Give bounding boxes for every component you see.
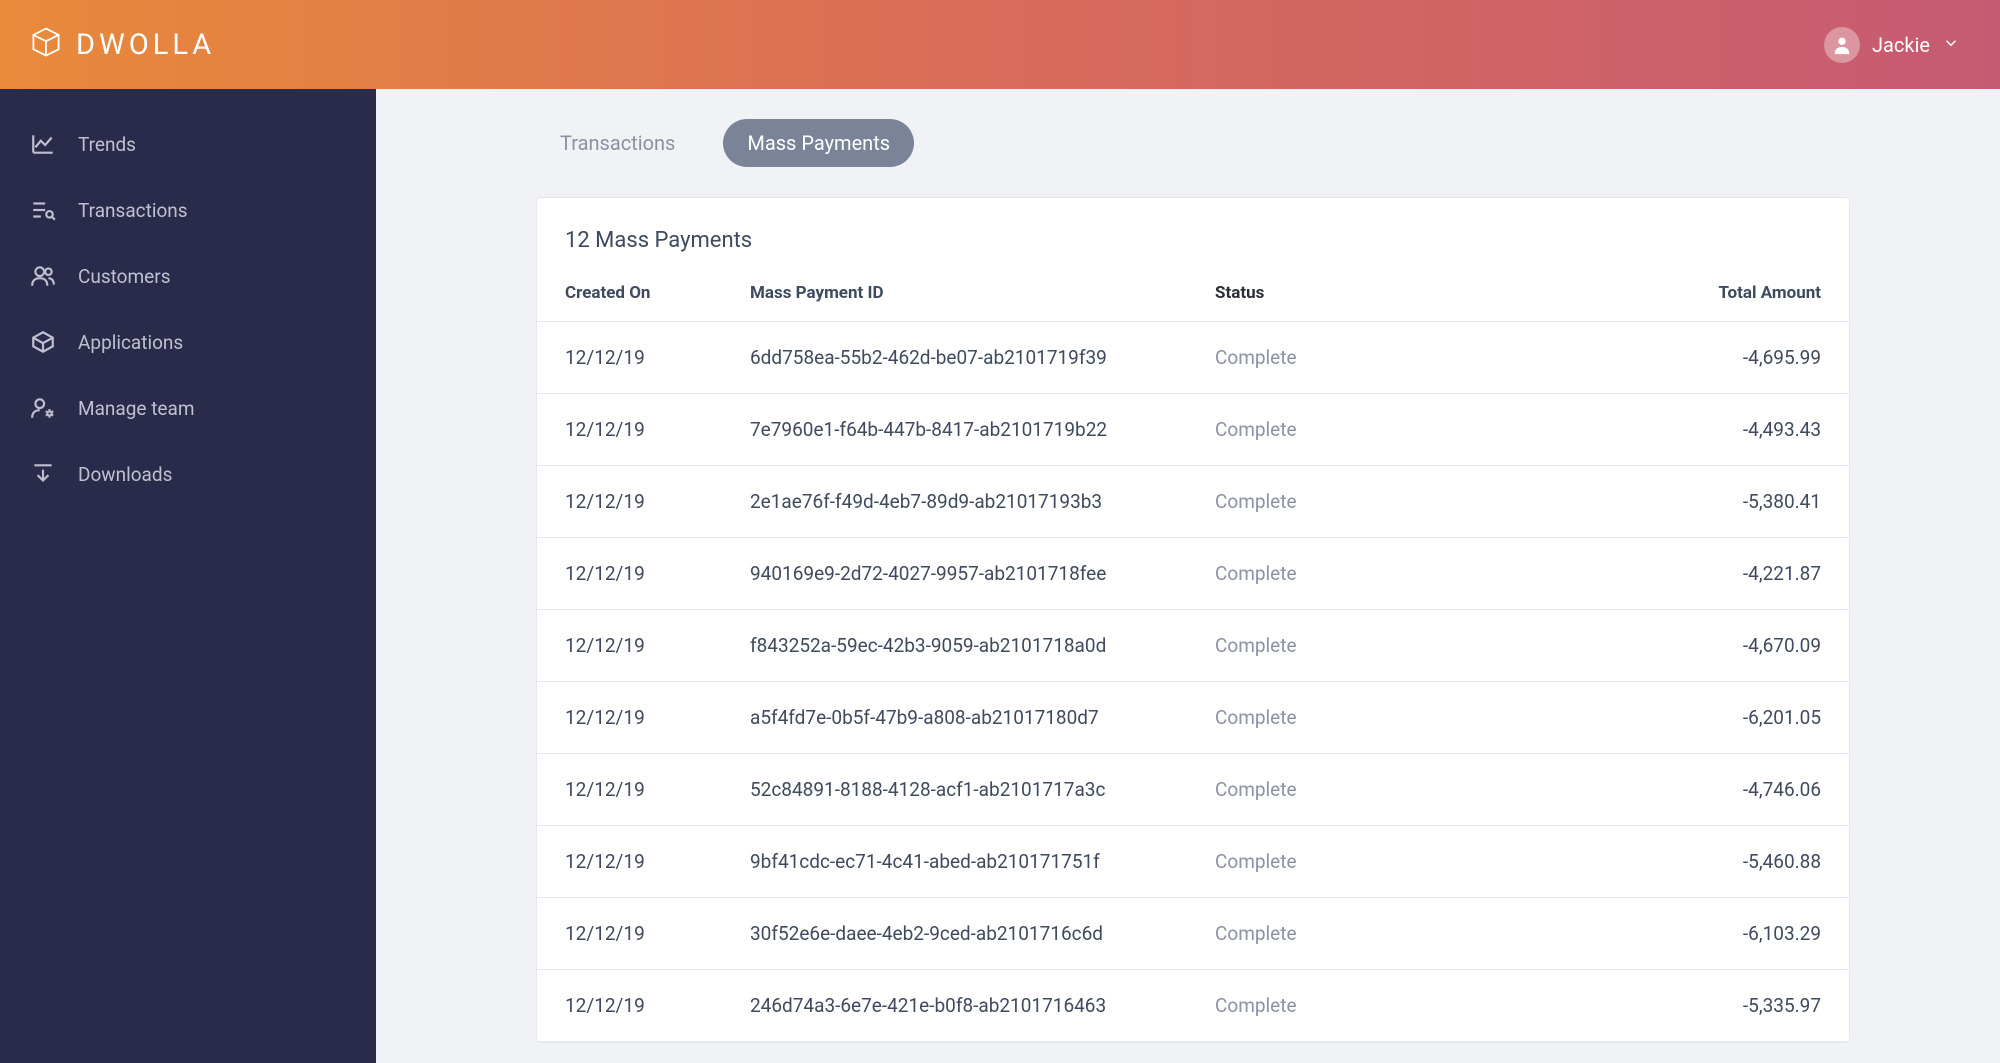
cell-created-on: 12/12/19 (565, 490, 750, 513)
cell-total-amount: -5,380.41 (1575, 490, 1821, 513)
user-gear-icon (30, 395, 56, 421)
card-title: 12 Mass Payments (537, 198, 1849, 275)
table-row[interactable]: 12/12/196dd758ea-55b2-462d-be07-ab210171… (537, 322, 1849, 394)
table-row[interactable]: 12/12/19940169e9-2d72-4027-9957-ab210171… (537, 538, 1849, 610)
sidebar-item-customers[interactable]: Customers (0, 243, 376, 309)
tab-mass-payments[interactable]: Mass Payments (723, 119, 914, 167)
cell-status: Complete (1215, 994, 1575, 1017)
app-header: DWOLLA Jackie (0, 0, 2000, 89)
sidebar-item-transactions[interactable]: Transactions (0, 177, 376, 243)
col-header-status: Status (1215, 283, 1575, 303)
cell-status: Complete (1215, 850, 1575, 873)
sidebar-item-label: Trends (78, 133, 136, 156)
cell-created-on: 12/12/19 (565, 634, 750, 657)
users-icon (30, 263, 56, 289)
cell-total-amount: -6,201.05 (1575, 706, 1821, 729)
cell-created-on: 12/12/19 (565, 562, 750, 585)
cell-total-amount: -4,746.06 (1575, 778, 1821, 801)
sidebar-item-label: Applications (78, 331, 183, 354)
main-content: Transactions Mass Payments 12 Mass Payme… (376, 89, 2000, 1063)
cell-status: Complete (1215, 706, 1575, 729)
cell-created-on: 12/12/19 (565, 706, 750, 729)
cell-created-on: 12/12/19 (565, 346, 750, 369)
sidebar: Trends Transactions Customers (0, 89, 376, 1063)
chevron-down-icon (1942, 34, 1960, 56)
table-row[interactable]: 12/12/199bf41cdc-ec71-4c41-abed-ab210171… (537, 826, 1849, 898)
cell-mass-payment-id: 246d74a3-6e7e-421e-b0f8-ab2101716463 (750, 994, 1215, 1017)
cell-status: Complete (1215, 922, 1575, 945)
cell-status: Complete (1215, 490, 1575, 513)
tabs: Transactions Mass Payments (536, 119, 1850, 167)
cell-mass-payment-id: 52c84891-8188-4128-acf1-ab2101717a3c (750, 778, 1215, 801)
cell-status: Complete (1215, 346, 1575, 369)
brand-text: DWOLLA (76, 28, 215, 62)
table-row[interactable]: 12/12/197e7960e1-f64b-447b-8417-ab210171… (537, 394, 1849, 466)
sidebar-item-manage-team[interactable]: Manage team (0, 375, 376, 441)
cell-total-amount: -5,460.88 (1575, 850, 1821, 873)
sidebar-item-label: Transactions (78, 199, 188, 222)
cell-created-on: 12/12/19 (565, 922, 750, 945)
sidebar-item-label: Manage team (78, 397, 195, 420)
user-name: Jackie (1872, 33, 1930, 57)
table-row[interactable]: 12/12/19246d74a3-6e7e-421e-b0f8-ab210171… (537, 970, 1849, 1042)
logo-group: DWOLLA (28, 25, 215, 65)
table-row[interactable]: 12/12/192e1ae76f-f49d-4eb7-89d9-ab210171… (537, 466, 1849, 538)
table-row[interactable]: 12/12/1930f52e6e-daee-4eb2-9ced-ab210171… (537, 898, 1849, 970)
cell-mass-payment-id: 7e7960e1-f64b-447b-8417-ab2101719b22 (750, 418, 1215, 441)
package-icon (30, 329, 56, 355)
cell-total-amount: -4,670.09 (1575, 634, 1821, 657)
cell-status: Complete (1215, 418, 1575, 441)
list-search-icon (30, 197, 56, 223)
table-row[interactable]: 12/12/1952c84891-8188-4128-acf1-ab210171… (537, 754, 1849, 826)
table-row[interactable]: 12/12/19a5f4fd7e-0b5f-47b9-a808-ab210171… (537, 682, 1849, 754)
cell-status: Complete (1215, 562, 1575, 585)
cell-created-on: 12/12/19 (565, 994, 750, 1017)
cell-mass-payment-id: 30f52e6e-daee-4eb2-9ced-ab2101716c6d (750, 922, 1215, 945)
table-header: Created On Mass Payment ID Status Total … (537, 275, 1849, 322)
cell-status: Complete (1215, 778, 1575, 801)
logo-cube-icon (28, 25, 64, 65)
download-icon (30, 461, 56, 487)
col-header-total-amount: Total Amount (1575, 283, 1821, 303)
col-header-mass-payment-id: Mass Payment ID (750, 283, 1215, 303)
cell-mass-payment-id: 9bf41cdc-ec71-4c41-abed-ab210171751f (750, 850, 1215, 873)
cell-status: Complete (1215, 634, 1575, 657)
sidebar-item-label: Downloads (78, 463, 172, 486)
cell-mass-payment-id: 6dd758ea-55b2-462d-be07-ab2101719f39 (750, 346, 1215, 369)
sidebar-item-applications[interactable]: Applications (0, 309, 376, 375)
cell-total-amount: -4,493.43 (1575, 418, 1821, 441)
table-row[interactable]: 12/12/19f843252a-59ec-42b3-9059-ab210171… (537, 610, 1849, 682)
cell-created-on: 12/12/19 (565, 778, 750, 801)
tab-transactions[interactable]: Transactions (536, 119, 699, 167)
table-body: 12/12/196dd758ea-55b2-462d-be07-ab210171… (537, 322, 1849, 1042)
cell-created-on: 12/12/19 (565, 418, 750, 441)
cell-mass-payment-id: f843252a-59ec-42b3-9059-ab2101718a0d (750, 634, 1215, 657)
avatar (1824, 27, 1860, 63)
cell-mass-payment-id: 2e1ae76f-f49d-4eb7-89d9-ab21017193b3 (750, 490, 1215, 513)
sidebar-item-downloads[interactable]: Downloads (0, 441, 376, 507)
cell-mass-payment-id: 940169e9-2d72-4027-9957-ab2101718fee (750, 562, 1215, 585)
cell-total-amount: -4,221.87 (1575, 562, 1821, 585)
trends-icon (30, 131, 56, 157)
sidebar-item-trends[interactable]: Trends (0, 111, 376, 177)
cell-mass-payment-id: a5f4fd7e-0b5f-47b9-a808-ab21017180d7 (750, 706, 1215, 729)
mass-payments-card: 12 Mass Payments Created On Mass Payment… (536, 197, 1850, 1043)
cell-total-amount: -5,335.97 (1575, 994, 1821, 1017)
cell-total-amount: -6,103.29 (1575, 922, 1821, 945)
cell-created-on: 12/12/19 (565, 850, 750, 873)
user-menu[interactable]: Jackie (1824, 27, 1960, 63)
cell-total-amount: -4,695.99 (1575, 346, 1821, 369)
sidebar-item-label: Customers (78, 265, 171, 288)
col-header-created-on: Created On (565, 283, 750, 303)
